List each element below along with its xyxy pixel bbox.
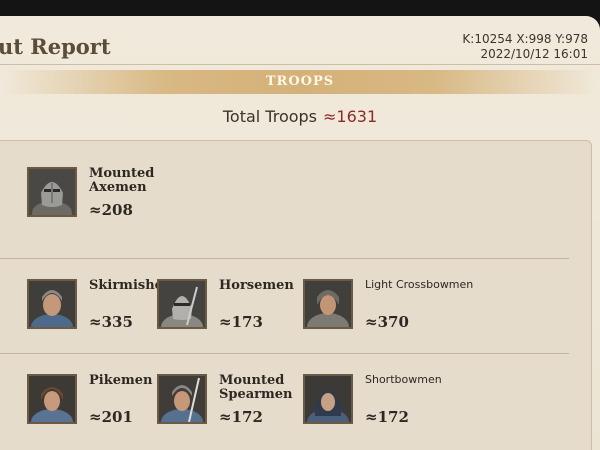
helmeted-knight-icon <box>27 167 77 217</box>
report-title: ut Report <box>0 34 111 59</box>
troop-list: 3 Mounted Axemen ≈208 2 Skirmishers ≈335… <box>0 140 592 450</box>
report-meta: K:10254 X:998 Y:978 2022/10/12 16:01 <box>462 32 588 62</box>
report-datetime: 2022/10/12 16:01 <box>480 47 588 61</box>
unit-count: ≈335 <box>89 313 133 331</box>
unit-count: ≈208 <box>89 201 133 219</box>
unit-name: Light Crossbowmen <box>365 278 474 291</box>
soldier-portrait-icon <box>27 374 77 424</box>
scout-report-panel: ut Report K:10254 X:998 Y:978 2022/10/12… <box>0 16 600 450</box>
helmeted-knight-icon <box>157 279 207 329</box>
unit-count: ≈173 <box>219 313 263 331</box>
troops-section-label: TROOPS <box>265 74 335 89</box>
unit-count: ≈172 <box>219 408 263 426</box>
soldier-portrait-icon <box>27 279 77 329</box>
total-troops: Total Troops ≈1631 <box>0 107 600 126</box>
unit-name: Shortbowmen <box>365 373 442 386</box>
total-troops-value: ≈1631 <box>323 107 378 126</box>
total-troops-label: Total Troops <box>222 107 318 126</box>
unit-count: ≈201 <box>89 408 133 426</box>
row-divider <box>0 353 569 354</box>
header-divider <box>0 64 600 65</box>
unit-count: ≈370 <box>365 313 409 331</box>
unit-name: Mounted Axemen <box>89 166 155 195</box>
unit-count: ≈172 <box>365 408 409 426</box>
troops-section-banner: TROOPS <box>0 70 600 94</box>
coordinates: K:10254 X:998 Y:978 <box>462 32 588 46</box>
soldier-portrait-icon <box>303 279 353 329</box>
soldier-portrait-icon <box>157 374 207 424</box>
row-divider <box>0 258 569 259</box>
hooded-archer-icon <box>303 374 353 424</box>
